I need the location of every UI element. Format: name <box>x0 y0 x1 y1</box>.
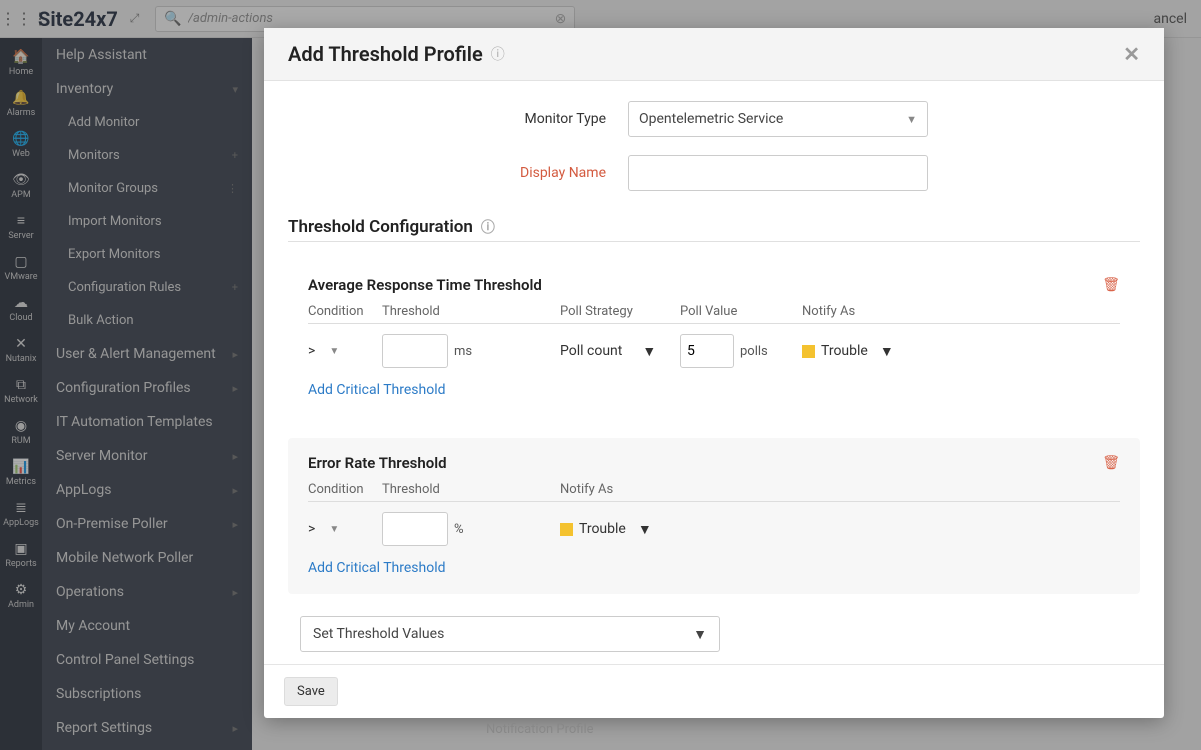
section-title: Threshold Configuration ⓘ <box>288 217 1140 237</box>
info-icon[interactable]: ⓘ <box>481 217 495 237</box>
poll-value-input[interactable] <box>680 334 734 368</box>
divider <box>308 501 1120 502</box>
modal-footer: Save <box>264 664 1164 718</box>
display-name-input[interactable] <box>628 155 928 191</box>
threshold-header: Average Response Time Threshold 🗑 <box>308 276 1120 294</box>
threshold-card-0: Average Response Time Threshold 🗑 Conditio… <box>288 260 1140 416</box>
background-text-fragment: Notification Profile <box>486 722 594 737</box>
notify-as-select[interactable]: Trouble▼ <box>802 343 962 360</box>
threshold-modal: Add Threshold Profile ⓘ ✕ Monitor Type O… <box>264 28 1164 718</box>
threshold-input[interactable] <box>382 512 448 546</box>
info-icon[interactable]: ⓘ <box>491 44 505 64</box>
condition-select[interactable]: >▼ <box>308 521 382 537</box>
col-notify-label: Notify As <box>802 304 962 319</box>
condition-select[interactable]: >▼ <box>308 343 382 359</box>
status-color-icon <box>560 523 573 536</box>
col-condition-label: Condition <box>308 482 382 497</box>
caret-down-icon: ▼ <box>329 524 339 535</box>
caret-down-icon: ▼ <box>638 521 652 538</box>
caret-down-icon: ▼ <box>906 113 917 126</box>
section-title-text: Threshold Configuration <box>288 217 473 237</box>
poll-value-unit: polls <box>740 344 768 359</box>
poll-strategy-select[interactable]: Poll count▼ <box>560 343 680 360</box>
monitor-type-row: Monitor Type Opentelemetric Service ▼ <box>288 101 1140 137</box>
threshold-cols-header: ConditionThresholdNotify As <box>308 482 1120 501</box>
col-threshold-label: Threshold <box>382 482 560 497</box>
modal-header: Add Threshold Profile ⓘ ✕ <box>264 28 1164 81</box>
caret-down-icon: ▼ <box>642 343 656 360</box>
col-notify-label: Notify As <box>560 482 720 497</box>
threshold-unit: % <box>454 522 464 537</box>
caret-down-icon: ▼ <box>329 346 339 357</box>
set-threshold-values-select[interactable]: Set Threshold Values ▼ <box>300 616 720 652</box>
status-color-icon <box>802 345 815 358</box>
modal-title: Add Threshold Profile <box>288 42 483 66</box>
threshold-title: Average Response Time Threshold <box>308 276 542 294</box>
threshold-value-row: >▼ ms Poll count▼ polls Trouble▼ <box>308 334 1120 368</box>
modal-body: Monitor Type Opentelemetric Service ▼ Di… <box>264 81 1164 664</box>
threshold-input[interactable] <box>382 334 448 368</box>
divider <box>308 323 1120 324</box>
add-critical-threshold-link[interactable]: Add Critical Threshold <box>308 560 446 576</box>
col-pollstrategy-label: Poll Strategy <box>560 304 680 319</box>
caret-down-icon: ▼ <box>693 626 707 643</box>
save-button[interactable]: Save <box>284 677 338 706</box>
monitor-type-label: Monitor Type <box>288 111 628 127</box>
close-icon[interactable]: ✕ <box>1123 42 1140 66</box>
threshold-header: Error Rate Threshold 🗑 <box>308 454 1120 472</box>
threshold-title: Error Rate Threshold <box>308 454 447 472</box>
display-name-label: Display Name <box>288 165 628 181</box>
col-threshold-label: Threshold <box>382 304 560 319</box>
trash-icon[interactable]: 🗑 <box>1102 277 1120 293</box>
threshold-cols-header: ConditionThresholdPoll StrategyPoll Valu… <box>308 304 1120 323</box>
set-threshold-values-label: Set Threshold Values <box>313 626 444 642</box>
col-condition-label: Condition <box>308 304 382 319</box>
add-critical-threshold-link[interactable]: Add Critical Threshold <box>308 382 446 398</box>
threshold-unit: ms <box>454 344 472 359</box>
section-divider <box>288 241 1140 242</box>
display-name-row: Display Name <box>288 155 1140 191</box>
notify-as-select[interactable]: Trouble▼ <box>560 521 720 538</box>
monitor-type-select[interactable]: Opentelemetric Service ▼ <box>628 101 928 137</box>
threshold-card-1: Error Rate Threshold 🗑 ConditionThresholdN… <box>288 438 1140 594</box>
col-pollvalue-label: Poll Value <box>680 304 802 319</box>
monitor-type-value: Opentelemetric Service <box>639 111 783 127</box>
caret-down-icon: ▼ <box>880 343 894 360</box>
threshold-value-row: >▼% Trouble▼ <box>308 512 1120 546</box>
trash-icon[interactable]: 🗑 <box>1102 455 1120 471</box>
